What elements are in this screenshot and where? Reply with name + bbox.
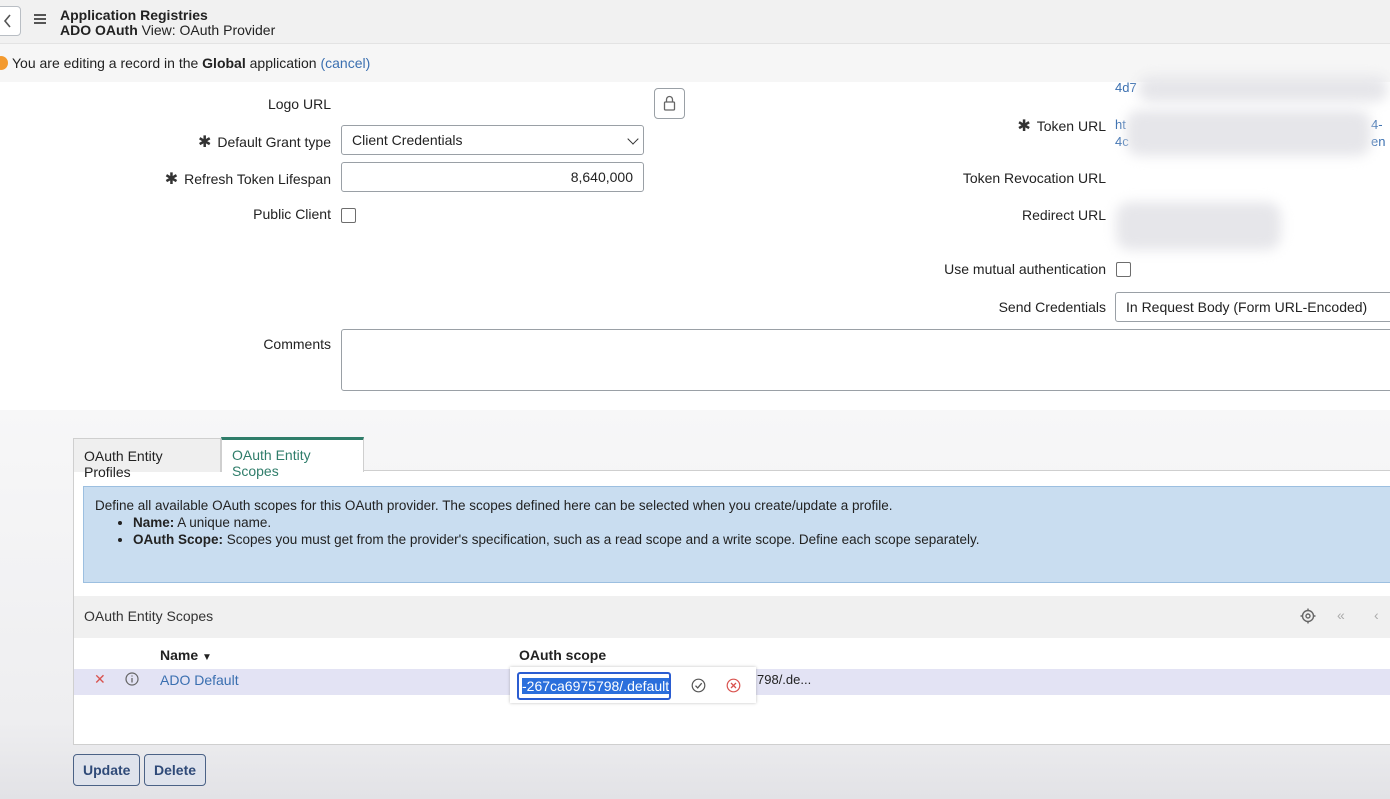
scope-name-link[interactable]: ADO Default (160, 672, 239, 688)
chevron-down-icon (627, 133, 639, 145)
public-client-label: Public Client (253, 206, 331, 222)
previous-page-icon[interactable]: ‹ (1374, 607, 1379, 623)
hamburger-menu-icon[interactable] (34, 14, 46, 24)
delete-button[interactable]: Delete (144, 754, 207, 786)
token-url-fragment[interactable]: en (1371, 134, 1385, 149)
tab-oauth-entity-profiles[interactable]: OAuth Entity Profiles (73, 438, 221, 480)
required-asterisk-icon: ✱ (197, 134, 212, 151)
info-item: OAuth Scope: Scopes you must get from th… (133, 531, 1390, 548)
oauth-scope-input[interactable]: -267ca6975798/.default (517, 672, 671, 700)
refresh-lifespan-label: ✱ Refresh Token Lifespan (164, 171, 331, 188)
refresh-lifespan-input[interactable]: 8,640,000 (341, 162, 644, 192)
mutual-auth-checkbox[interactable] (1116, 262, 1131, 277)
required-asterisk-icon: ✱ (164, 171, 179, 188)
send-credentials-label: Send Credentials (998, 299, 1106, 315)
info-intro: Define all available OAuth scopes for th… (95, 498, 893, 513)
info-item: Name: A unique name. (133, 514, 1390, 531)
grant-type-label: ✱ Default Grant type (197, 134, 331, 151)
view-label: View: OAuth Provider (141, 22, 276, 38)
update-button[interactable]: Update (73, 754, 141, 786)
tab-oauth-entity-scopes[interactable]: OAuth Entity Scopes (221, 437, 364, 479)
page-title: Application Registries (60, 7, 208, 23)
token-url-fragment[interactable]: 4- (1371, 117, 1383, 132)
info-list: Name: A unique name. OAuth Scope: Scopes… (133, 514, 1390, 548)
gear-icon[interactable] (1299, 607, 1317, 625)
public-client-checkbox[interactable] (341, 208, 356, 223)
token-url-fragment[interactable]: ht (1115, 117, 1126, 132)
warning-dot-icon (0, 56, 8, 70)
save-check-icon[interactable] (691, 678, 706, 693)
cancel-link[interactable]: (cancel) (320, 55, 370, 71)
redirect-url-label: Redirect URL (1021, 207, 1106, 223)
grant-type-select[interactable]: Client Credentials (341, 125, 644, 155)
token-revocation-label: Token Revocation URL (962, 170, 1106, 186)
record-name: ADO OAuth (60, 22, 138, 38)
info-message: Define all available OAuth scopes for th… (83, 486, 1390, 583)
notice-text: You are editing a record in the Global a… (12, 55, 371, 71)
list-header-bar (74, 596, 1390, 638)
lock-button[interactable] (654, 88, 685, 119)
mutual-auth-label: Use mutual authentication (944, 261, 1106, 277)
form-header: Application Registries ADO OAuth View: O… (0, 0, 1390, 44)
cancel-edit-icon[interactable] (726, 678, 741, 693)
sort-desc-icon: ▼ (202, 652, 212, 663)
send-credentials-select[interactable]: In Request Body (Form URL-Encoded) (1115, 292, 1390, 322)
token-url-label: ✱ Token URL (1017, 118, 1106, 135)
logo-url-label: Logo URL (267, 96, 331, 112)
token-url-fragment[interactable]: 4d7 (1115, 80, 1137, 95)
list-title: OAuth Entity Scopes (84, 608, 214, 624)
oauth-scope-cell[interactable]: 798/.de... (757, 672, 811, 687)
comments-textarea[interactable] (341, 329, 1390, 391)
column-header-name[interactable]: Name ▼ (160, 647, 212, 663)
record-subtitle: ADO OAuth View: OAuth Provider (60, 22, 275, 38)
redacted-blur (1126, 110, 1371, 156)
required-asterisk-icon: ✱ (1017, 118, 1031, 135)
first-page-icon[interactable]: « (1337, 607, 1345, 623)
info-icon[interactable] (125, 672, 139, 686)
back-button[interactable] (0, 6, 21, 36)
lock-icon (663, 95, 676, 111)
chevron-left-icon (3, 14, 11, 28)
redacted-blur (1138, 76, 1388, 102)
redacted-blur (1116, 202, 1281, 250)
comments-label: Comments (263, 336, 331, 352)
column-header-oauth-scope[interactable]: OAuth scope (519, 647, 606, 663)
delete-row-icon[interactable]: ✕ (94, 671, 106, 688)
